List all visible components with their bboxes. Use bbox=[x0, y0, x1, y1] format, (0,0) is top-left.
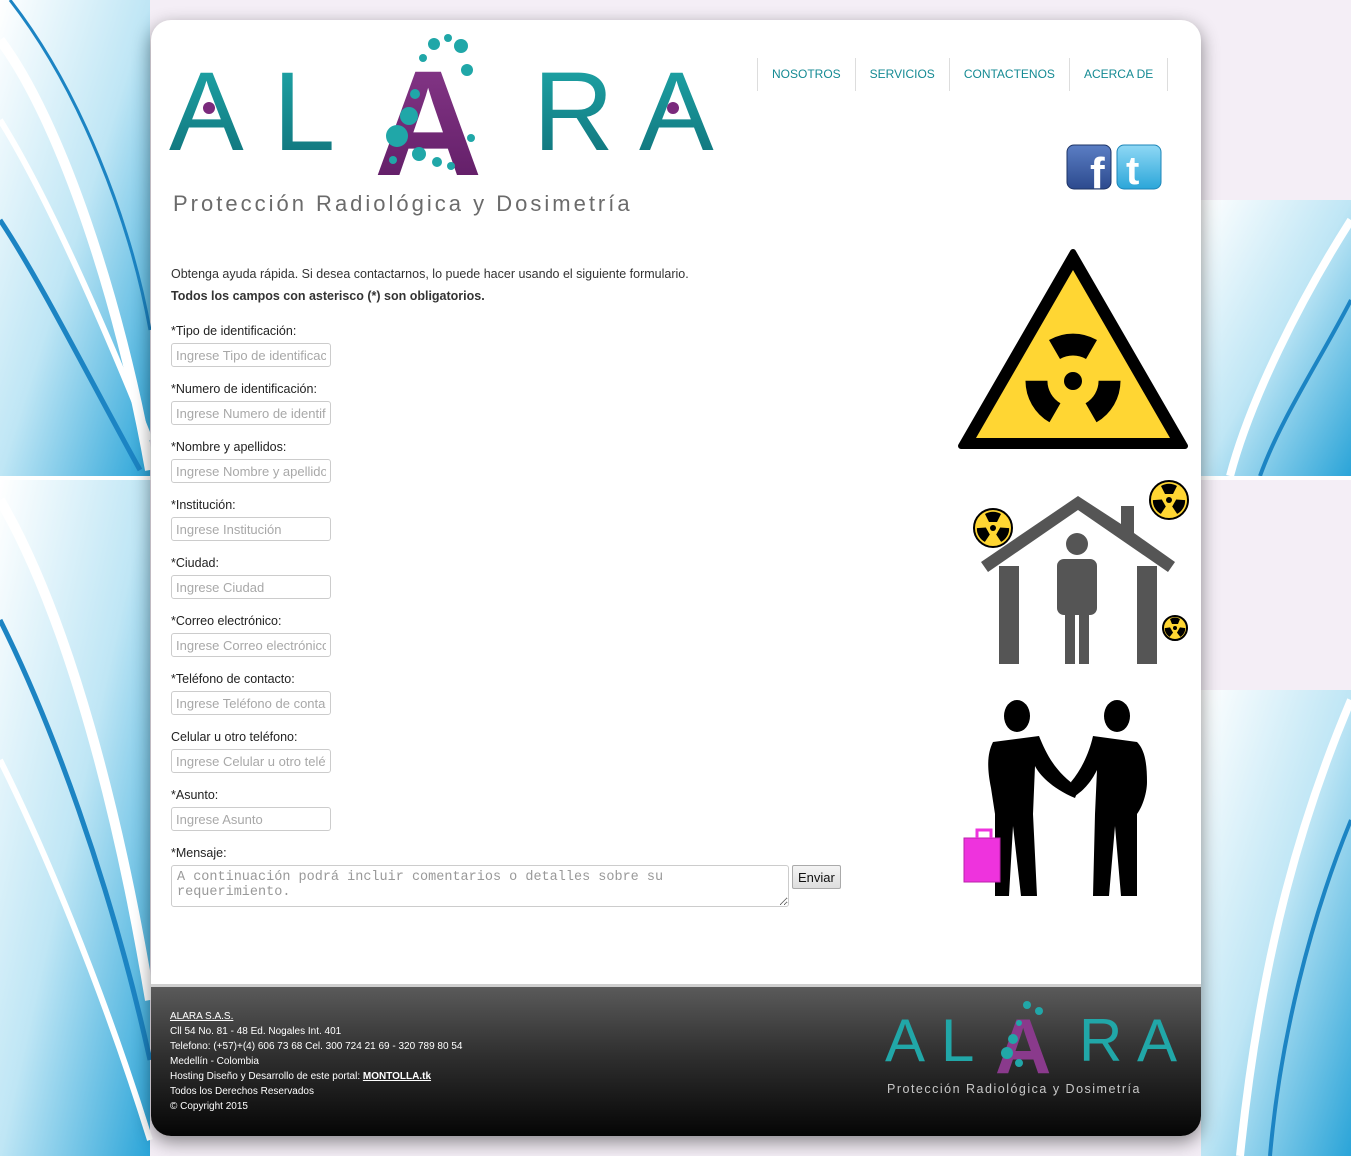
telefono-input[interactable] bbox=[171, 691, 331, 715]
submit-button[interactable]: Enviar bbox=[792, 865, 841, 889]
field-label: *Numero de identificación: bbox=[171, 382, 317, 396]
svg-text:t: t bbox=[1126, 149, 1139, 190]
ciudad-input[interactable] bbox=[171, 575, 331, 599]
main-nav: NOSOTROS SERVICIOS CONTACTENOS ACERCA DE bbox=[757, 58, 1169, 91]
phone: Telefono: (+57)+(4) 606 73 68 Cel. 300 7… bbox=[170, 1041, 463, 1052]
footer-contact: ALARA S.A.S. Cll 54 No. 81 - 48 Ed. Noga… bbox=[170, 1009, 462, 1114]
house-radiation-icon bbox=[973, 480, 1189, 664]
numero-identificacion-input[interactable] bbox=[171, 401, 331, 425]
message-textarea[interactable] bbox=[171, 865, 789, 907]
alara-logo: A L A R A Protección Radiológica y Dosim… bbox=[169, 34, 714, 216]
required-note: Todos los campos con asterisco (*) son o… bbox=[171, 289, 485, 303]
field-label: *Correo electrónico: bbox=[171, 614, 282, 628]
handshake-icon bbox=[963, 700, 1147, 896]
logo-letter: A bbox=[885, 1007, 925, 1074]
nav-servicios[interactable]: SERVICIOS bbox=[854, 58, 949, 91]
city: Medellín - Colombia bbox=[170, 1056, 259, 1067]
hosting-prefix: Hosting Diseño y Desarrollo de este port… bbox=[170, 1071, 363, 1082]
contact-form: *Tipo de identificación: *Numero de iden… bbox=[171, 319, 841, 907]
nav-contactenos[interactable]: CONTACTENOS bbox=[948, 58, 1069, 91]
page-container: A L A R A Protección Radiológica y Dosim… bbox=[151, 20, 1201, 1136]
logo-letter: L bbox=[273, 49, 335, 174]
facebook-icon[interactable]: f bbox=[1066, 144, 1112, 190]
svg-text:f: f bbox=[1090, 149, 1105, 190]
field-telefono: *Teléfono de contacto: bbox=[171, 667, 841, 725]
nav-nosotros[interactable]: NOSOTROS bbox=[757, 58, 855, 91]
field-institucion: *Institución: bbox=[171, 493, 841, 551]
field-nombre: *Nombre y apellidos: bbox=[171, 435, 841, 493]
asunto-input[interactable] bbox=[171, 807, 331, 831]
brand-tagline: Protección Radiológica y Dosimetría bbox=[173, 191, 633, 216]
address: Cll 54 No. 81 - 48 Ed. Nogales Int. 401 bbox=[170, 1026, 342, 1037]
field-correo: *Correo electrónico: bbox=[171, 609, 841, 667]
logo-letter: R bbox=[1079, 1007, 1122, 1074]
logo-letter: R bbox=[533, 49, 614, 174]
social-links: f t bbox=[1066, 144, 1162, 190]
intro-line: Obtenga ayuda rápida. Si desea contactar… bbox=[171, 267, 689, 281]
montolla-link[interactable]: MONTOLLA.tk bbox=[363, 1071, 431, 1082]
hosting-line: Hosting Diseño y Desarrollo de este port… bbox=[170, 1069, 462, 1084]
intro-text: Obtenga ayuda rápida. Si desea contactar… bbox=[171, 263, 689, 307]
message-row: Enviar bbox=[171, 865, 841, 907]
footer: ALARA S.A.S. Cll 54 No. 81 - 48 Ed. Noga… bbox=[151, 984, 1201, 1136]
footer-tagline: Protección Radiológica y Dosimetría bbox=[887, 1082, 1141, 1096]
rights: Todos los Derechos Reservados bbox=[170, 1086, 314, 1097]
field-tipo-identificacion: *Tipo de identificación: bbox=[171, 319, 841, 377]
field-label: *Institución: bbox=[171, 498, 236, 512]
footer-logo: A L A R A Protección Radiológica y Dosim… bbox=[885, 1001, 1177, 1096]
nombre-input[interactable] bbox=[171, 459, 331, 483]
field-mensaje: *Mensaje: Enviar bbox=[171, 841, 841, 907]
copyright: © Copyright 2015 bbox=[170, 1101, 248, 1112]
logo-letter: A bbox=[995, 1002, 1051, 1090]
email-input[interactable] bbox=[171, 633, 331, 657]
field-label: *Mensaje: bbox=[171, 846, 227, 860]
field-label: *Tipo de identificación: bbox=[171, 324, 297, 338]
twitter-icon[interactable]: t bbox=[1116, 144, 1162, 190]
nav-acerca-de[interactable]: ACERCA DE bbox=[1068, 58, 1169, 91]
field-label: *Teléfono de contacto: bbox=[171, 672, 295, 686]
field-celular: Celular u otro teléfono: bbox=[171, 725, 841, 783]
institucion-input[interactable] bbox=[171, 517, 331, 541]
field-label: *Nombre y apellidos: bbox=[171, 440, 287, 454]
field-ciudad: *Ciudad: bbox=[171, 551, 841, 609]
field-label: Celular u otro teléfono: bbox=[171, 730, 298, 744]
logo-letter: A bbox=[1137, 1007, 1177, 1074]
field-label: *Asunto: bbox=[171, 788, 219, 802]
tipo-identificacion-input[interactable] bbox=[171, 343, 331, 367]
field-label: *Ciudad: bbox=[171, 556, 219, 570]
logo-letter: L bbox=[941, 1007, 974, 1074]
field-asunto: *Asunto: bbox=[171, 783, 841, 841]
celular-input[interactable] bbox=[171, 749, 331, 773]
radiation-warning-icon bbox=[958, 249, 1188, 449]
company-link[interactable]: ALARA S.A.S. bbox=[170, 1009, 462, 1024]
field-numero-identificacion: *Numero de identificación: bbox=[171, 377, 841, 435]
